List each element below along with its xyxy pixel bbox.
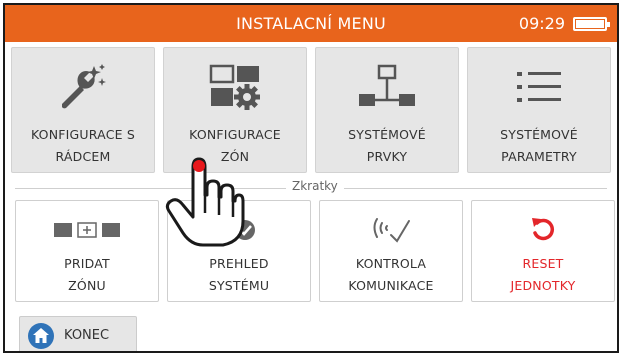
reset-icon (472, 215, 614, 243)
network-hierarchy-icon (316, 64, 458, 112)
exit-button[interactable]: KONEC (19, 316, 137, 351)
shortcut-label: KONTROLA KOMUNIKACE (348, 256, 434, 293)
shortcut-label: PRIDAT ZÓNU (64, 256, 110, 293)
system-overview-button[interactable]: PREHLED SYSTÉMU (167, 200, 311, 302)
tile-label: SYSTÉMOVÉ PRVKY (348, 127, 426, 164)
system-elements-button[interactable]: SYSTÉMOVÉ PRVKY (315, 47, 459, 173)
tile-label: KONFIGURACE S RÁDCEM (30, 127, 136, 164)
zone-config-button[interactable]: KONFIGURACE ZÓN (163, 47, 307, 173)
add-zone-button[interactable]: PRIDAT ZÓNU (15, 200, 159, 302)
system-overview-icon (168, 217, 310, 243)
shortcut-label: RESET JEDNOTKY (510, 256, 576, 293)
communication-check-button[interactable]: KONTROLA KOMUNIKACE (319, 200, 463, 302)
home-icon (28, 323, 54, 349)
shortcuts-label: Zkratky (286, 179, 344, 193)
tile-label: SYSTÉMOVÉ PARAMETRY (500, 127, 578, 164)
list-icon (468, 66, 610, 110)
battery-full-icon (573, 17, 610, 31)
zone-config-gear-icon (164, 64, 306, 112)
wrench-magic-icon (12, 64, 154, 112)
system-parameters-button[interactable]: SYSTÉMOVÉ PARAMETRY (467, 47, 611, 173)
reset-unit-button[interactable]: RESET JEDNOTKY (471, 200, 615, 302)
signal-communication-icon (320, 215, 462, 245)
exit-label: KONEC (64, 328, 110, 343)
wizard-config-button[interactable]: KONFIGURACE S RÁDCEM (11, 47, 155, 173)
shortcut-label: PREHLED SYSTÉMU (208, 256, 270, 293)
device-screen: INSTALACNÍ MENU 09:29 KONFIGURACE S RÁDCE… (3, 3, 619, 353)
title-bar: INSTALACNÍ MENU 09:29 (5, 5, 617, 42)
add-zone-icon (16, 221, 158, 239)
tile-label: KONFIGURACE ZÓN (189, 127, 281, 164)
clock: 09:29 (518, 14, 565, 33)
